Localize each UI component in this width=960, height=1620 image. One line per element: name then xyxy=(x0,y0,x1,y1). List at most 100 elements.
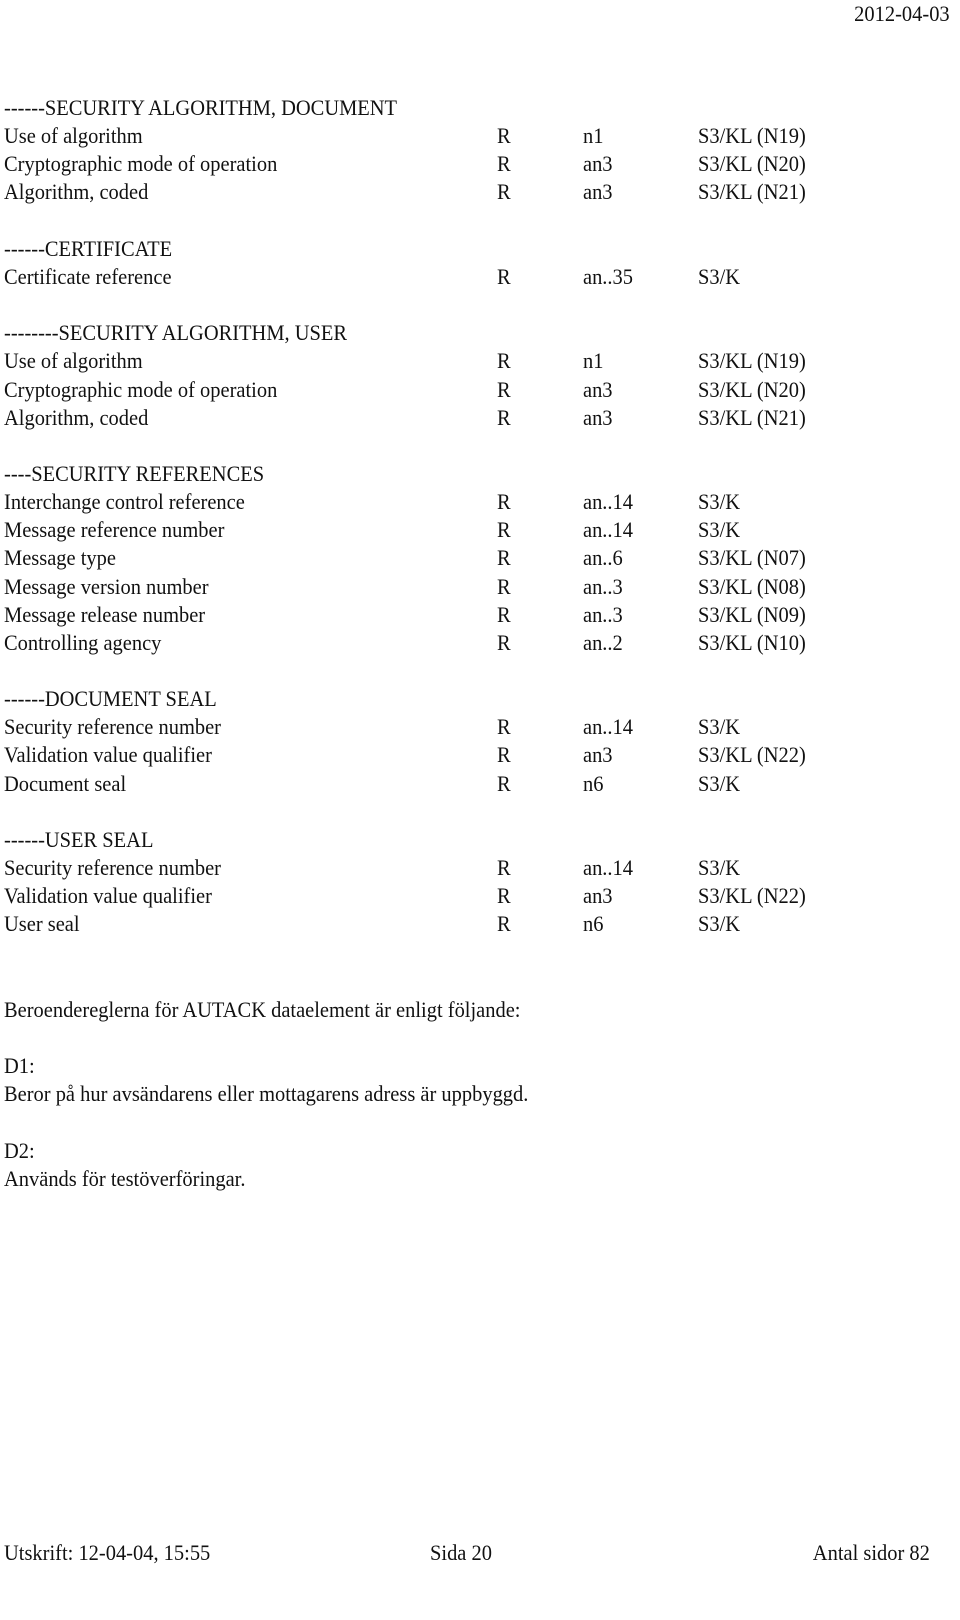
field-format: an3 xyxy=(583,742,613,768)
field-requirement: R xyxy=(497,123,511,149)
field-row: Message reference number Ran..14 S3/K xyxy=(0,516,960,544)
footer-printed: Utskrift: 12-04-04, 15:55 xyxy=(4,1540,211,1565)
field-requirement: R xyxy=(497,263,511,289)
field-requirement: R xyxy=(497,376,511,402)
field-status: S3/KL (N21) xyxy=(698,179,806,205)
field-label: Algorithm, coded xyxy=(4,404,149,430)
field-requirement: R xyxy=(497,714,511,740)
field-requirement: R xyxy=(497,179,511,205)
field-format: an3 xyxy=(583,883,613,909)
field-label: Validation value qualifier xyxy=(4,742,212,768)
footer-total-pages: Antal sidor 82 xyxy=(812,1540,930,1565)
section-title: --------SECURITY ALGORITHM, USER xyxy=(4,320,348,346)
field-label: Message release number xyxy=(4,601,206,627)
field-format: an..14 xyxy=(583,517,634,543)
section-title: ----SECURITY REFERENCES xyxy=(4,460,265,486)
field-status: S3/K xyxy=(698,714,741,740)
field-label: Use of algorithm xyxy=(4,348,143,374)
field-label: Interchange control reference xyxy=(4,489,245,515)
field-format: an..3 xyxy=(583,601,623,627)
field-status: S3/KL (N22) xyxy=(698,883,806,909)
field-requirement: R xyxy=(497,545,511,571)
field-requirement: R xyxy=(497,151,511,177)
field-row: Use of algorithm Rn1 S3/KL (N19) xyxy=(0,347,960,375)
field-requirement: R xyxy=(497,489,511,515)
field-format: an..6 xyxy=(583,545,623,571)
field-requirement: R xyxy=(497,348,511,374)
field-label: Use of algorithm xyxy=(4,123,143,149)
rules-intro: Beroendereglerna för AUTACK dataelement … xyxy=(4,997,521,1022)
field-requirement: R xyxy=(497,573,511,599)
field-format: n1 xyxy=(583,348,604,374)
field-requirement: R xyxy=(497,404,511,430)
field-status: S3/K xyxy=(698,263,741,289)
field-row: Interchange control reference Ran..14 S3/K xyxy=(0,488,960,516)
field-row: Security reference number Ran..14 S3/K xyxy=(0,854,960,882)
field-label: Message version number xyxy=(4,573,209,599)
field-label: Algorithm, coded xyxy=(4,179,149,205)
field-label: Security reference number xyxy=(4,714,221,740)
field-requirement: R xyxy=(497,911,511,937)
header-date: 2012-04-03 xyxy=(854,1,950,26)
field-status: S3/K xyxy=(698,855,741,881)
field-status: S3/K xyxy=(698,489,741,515)
rule-d2-text: Används för testöverföringar. xyxy=(4,1166,246,1191)
field-status: S3/KL (N20) xyxy=(698,151,806,177)
field-row: User seal Rn6 S3/K xyxy=(0,910,960,938)
section-title: ------SECURITY ALGORITHM, DOCUMENT xyxy=(4,95,398,120)
field-requirement: R xyxy=(497,742,511,768)
field-label: Certificate reference xyxy=(4,263,172,289)
rule-d1-text: Beror på hur avsändarens eller mottagare… xyxy=(4,1081,529,1106)
field-label: Document seal xyxy=(4,770,127,796)
field-status: S3/KL (N10) xyxy=(698,629,806,655)
footer-page-number: Sida 20 xyxy=(430,1540,492,1565)
field-status: S3/KL (N08) xyxy=(698,573,806,599)
field-row: Cryptographic mode of operation Ran3 S3/KL… xyxy=(0,150,960,178)
field-row: Algorithm, coded Ran3 S3/KL (N21) xyxy=(0,178,960,206)
field-format: n1 xyxy=(583,123,604,149)
field-label: Cryptographic mode of operation xyxy=(4,151,278,177)
field-label: Validation value qualifier xyxy=(4,883,212,909)
field-status: S3/KL (N09) xyxy=(698,601,806,627)
field-row: Message version number Ran..3 S3/KL (N08) xyxy=(0,573,960,601)
field-label: Controlling agency xyxy=(4,629,162,655)
field-row: Message type Ran..6 S3/KL (N07) xyxy=(0,544,960,572)
field-format: an..14 xyxy=(583,714,634,740)
section-title: ------USER SEAL xyxy=(4,826,154,852)
section-title: ------DOCUMENT SEAL xyxy=(4,686,217,712)
field-format: n6 xyxy=(583,911,604,937)
field-format: an..3 xyxy=(583,573,623,599)
field-status: S3/KL (N19) xyxy=(698,348,806,374)
field-format: an..2 xyxy=(583,629,623,655)
section-title: ------CERTIFICATE xyxy=(4,235,173,261)
field-label: Message reference number xyxy=(4,517,225,543)
field-label: User seal xyxy=(4,911,80,937)
field-status: S3/KL (N20) xyxy=(698,376,806,402)
field-format: an..14 xyxy=(583,855,634,881)
field-status: S3/KL (N19) xyxy=(698,123,806,149)
field-row: Controlling agency Ran..2 S3/KL (N10) xyxy=(0,629,960,657)
field-status: S3/K xyxy=(698,517,741,543)
field-requirement: R xyxy=(497,855,511,881)
field-format: an3 xyxy=(583,179,613,205)
field-row: Cryptographic mode of operation Ran3 S3/KL… xyxy=(0,376,960,404)
rule-d2-id: D2: xyxy=(4,1138,35,1163)
field-status: S3/KL (N22) xyxy=(698,742,806,768)
field-row: Algorithm, coded Ran3 S3/KL (N21) xyxy=(0,404,960,432)
field-row: Message release number Ran..3 S3/KL (N09) xyxy=(0,601,960,629)
field-format: an3 xyxy=(583,376,613,402)
field-label: Cryptographic mode of operation xyxy=(4,376,278,402)
field-format: an..14 xyxy=(583,489,634,515)
field-format: an3 xyxy=(583,151,613,177)
field-row: Document seal Rn6 S3/K xyxy=(0,770,960,798)
field-status: S3/K xyxy=(698,911,741,937)
field-row: Security reference number Ran..14 S3/K xyxy=(0,713,960,741)
rule-d1-id: D1: xyxy=(4,1053,35,1078)
field-label: Security reference number xyxy=(4,855,221,881)
field-row: Certificate reference Ran..35 S3/K xyxy=(0,263,960,291)
field-requirement: R xyxy=(497,517,511,543)
field-format: n6 xyxy=(583,770,604,796)
field-requirement: R xyxy=(497,629,511,655)
field-status: S3/KL (N21) xyxy=(698,404,806,430)
field-format: an3 xyxy=(583,404,613,430)
